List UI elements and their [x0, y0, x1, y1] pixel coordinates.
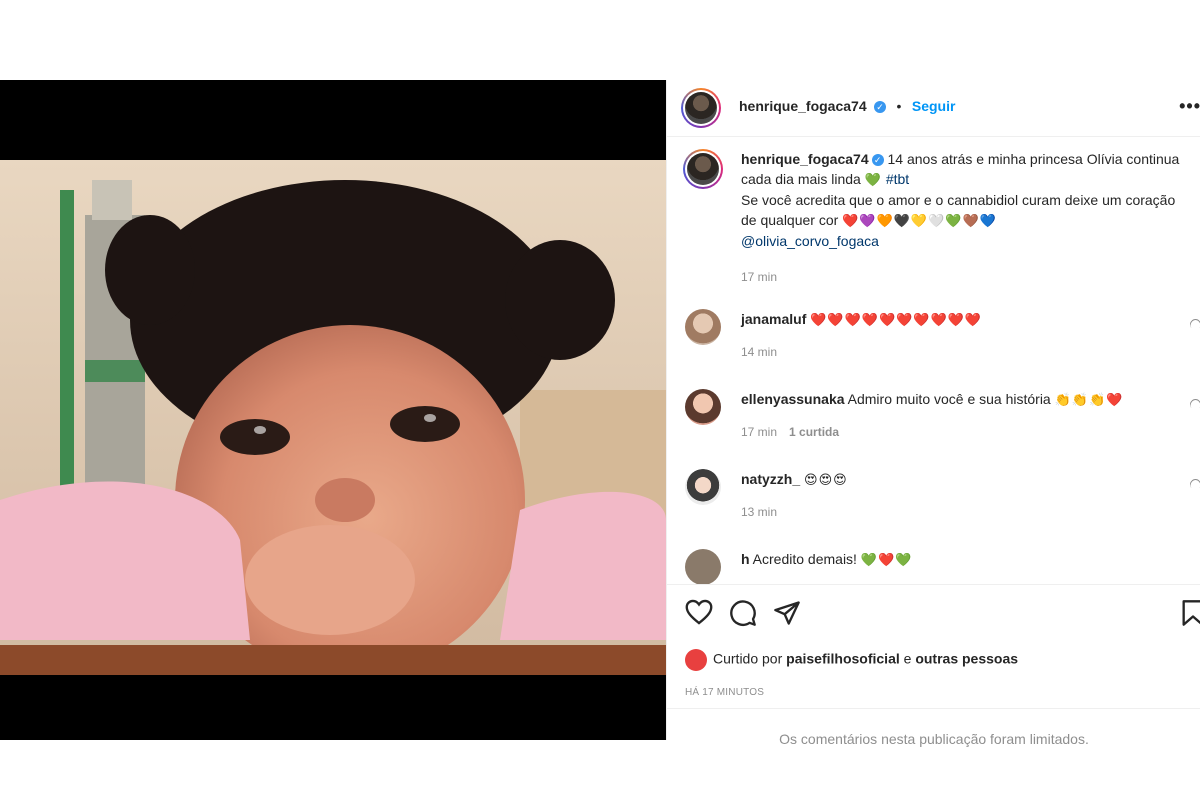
comment-item: janamaluf ❤️❤️❤️❤️❤️❤️❤️❤️❤️❤️ 14 min [683, 309, 1200, 369]
comment-emoji: 👏👏👏❤️ [1054, 392, 1124, 407]
comment-icon[interactable] [729, 599, 757, 627]
hearts-emoji: ❤️💜🧡🖤💛🤍💚🤎💙 [842, 213, 997, 228]
comment-meta: 14 min [741, 342, 1181, 362]
hashtag-link[interactable]: #tbt [886, 171, 909, 187]
comment-emoji: 😍😍😍 [804, 472, 848, 487]
caption: henrique_fogaca74 ✓ 14 anos atrás e minha… [683, 149, 1193, 289]
comment-emoji: ❤️❤️❤️❤️❤️❤️❤️❤️❤️❤️ [810, 312, 983, 327]
comment-like-icon[interactable] [1187, 396, 1200, 413]
comment-item-partial: h Acredito demais! 💚❤️💚 [683, 549, 1193, 584]
post-date: HÁ 17 MINUTOS [685, 687, 765, 698]
commenter-avatar[interactable] [685, 549, 721, 584]
comment-text: Admiro muito você e sua história [844, 391, 1055, 407]
comment-meta: 13 min [741, 502, 1181, 522]
commenter-avatar[interactable] [685, 469, 721, 505]
commenter-avatar[interactable] [685, 389, 721, 425]
verified-badge-icon: ✓ [871, 154, 884, 167]
comment-body: janamaluf ❤️❤️❤️❤️❤️❤️❤️❤️❤️❤️ 14 min [741, 309, 1181, 362]
commenter-username[interactable]: h [741, 551, 750, 567]
commenter-avatar[interactable] [685, 309, 721, 345]
verified-badge-icon: ✓ [874, 100, 887, 113]
bookmark-icon[interactable] [1181, 599, 1200, 627]
mention-link[interactable]: @olivia_corvo_fogaca [741, 233, 879, 249]
comment-time: 17 min [741, 425, 778, 439]
caption-username[interactable]: henrique_fogaca74 [741, 151, 869, 167]
author-avatar[interactable] [681, 88, 721, 128]
comment-emoji: 💚❤️💚 [860, 552, 913, 567]
commenter-username[interactable]: ellenyassunaka [741, 391, 845, 407]
liked-prefix: Curtido por [713, 650, 787, 667]
liker-avatar[interactable] [685, 649, 707, 671]
comments-list[interactable]: henrique_fogaca74 ✓ 14 anos atrás e minha… [667, 137, 1200, 584]
more-options-icon[interactable]: ••• [1179, 96, 1200, 117]
post-header: henrique_fogaca74 ✓ • Seguir ••• [667, 80, 1200, 137]
liked-by: Curtido por paisefilhosoficial e outras … [685, 649, 1018, 671]
author-username[interactable]: henrique_fogaca74 [739, 98, 867, 114]
liked-others-link[interactable]: outras pessoas [915, 651, 1018, 667]
comments-limited-note: Os comentários nesta publicação foram li… [667, 708, 1200, 749]
comment-likes[interactable]: 1 curtida [789, 425, 839, 439]
comment-meta: 17 min 1 curtida [741, 422, 1181, 442]
separator-dot: • [896, 98, 902, 114]
comment-item: natyzzh_ 😍😍😍 13 min [683, 469, 1200, 529]
caption-avatar[interactable] [683, 149, 723, 189]
commenter-username[interactable]: natyzzh_ [741, 471, 800, 487]
comment-body: ellenyassunaka Admiro muito você e sua h… [741, 389, 1181, 442]
share-icon[interactable] [773, 599, 801, 627]
heart-icon[interactable] [685, 599, 713, 625]
comment-text: Acredito demais! [749, 551, 861, 567]
green-heart-emoji: 💚 [864, 172, 882, 187]
comment-item: ellenyassunaka Admiro muito você e sua h… [683, 389, 1200, 449]
comment-like-icon[interactable] [1187, 476, 1200, 493]
post-actions: Curtido por paisefilhosoficial e outras … [667, 584, 1200, 747]
instagram-post: henrique_fogaca74 ✓ • Seguir ••• henriqu… [0, 80, 1200, 747]
post-panel: henrique_fogaca74 ✓ • Seguir ••• henriqu… [666, 80, 1200, 747]
liker-username[interactable]: paisefilhosoficial [786, 651, 900, 667]
caption-body: henrique_fogaca74 ✓ 14 anos atrás e minha… [741, 149, 1181, 287]
comment-body: natyzzh_ 😍😍😍 13 min [741, 469, 1181, 522]
comment-time: 14 min [741, 345, 778, 359]
liked-middle: e [899, 650, 916, 667]
comment-like-icon[interactable] [1187, 316, 1200, 333]
comment-time: 13 min [741, 505, 778, 519]
comment-body: h Acredito demais! 💚❤️💚 [741, 549, 1181, 570]
follow-button[interactable]: Seguir [912, 98, 956, 114]
caption-time: 17 min [741, 270, 778, 284]
commenter-username[interactable]: janamaluf [741, 311, 806, 327]
photo-illustration [0, 160, 666, 740]
post-media[interactable] [0, 80, 666, 740]
post-photo [0, 160, 666, 740]
